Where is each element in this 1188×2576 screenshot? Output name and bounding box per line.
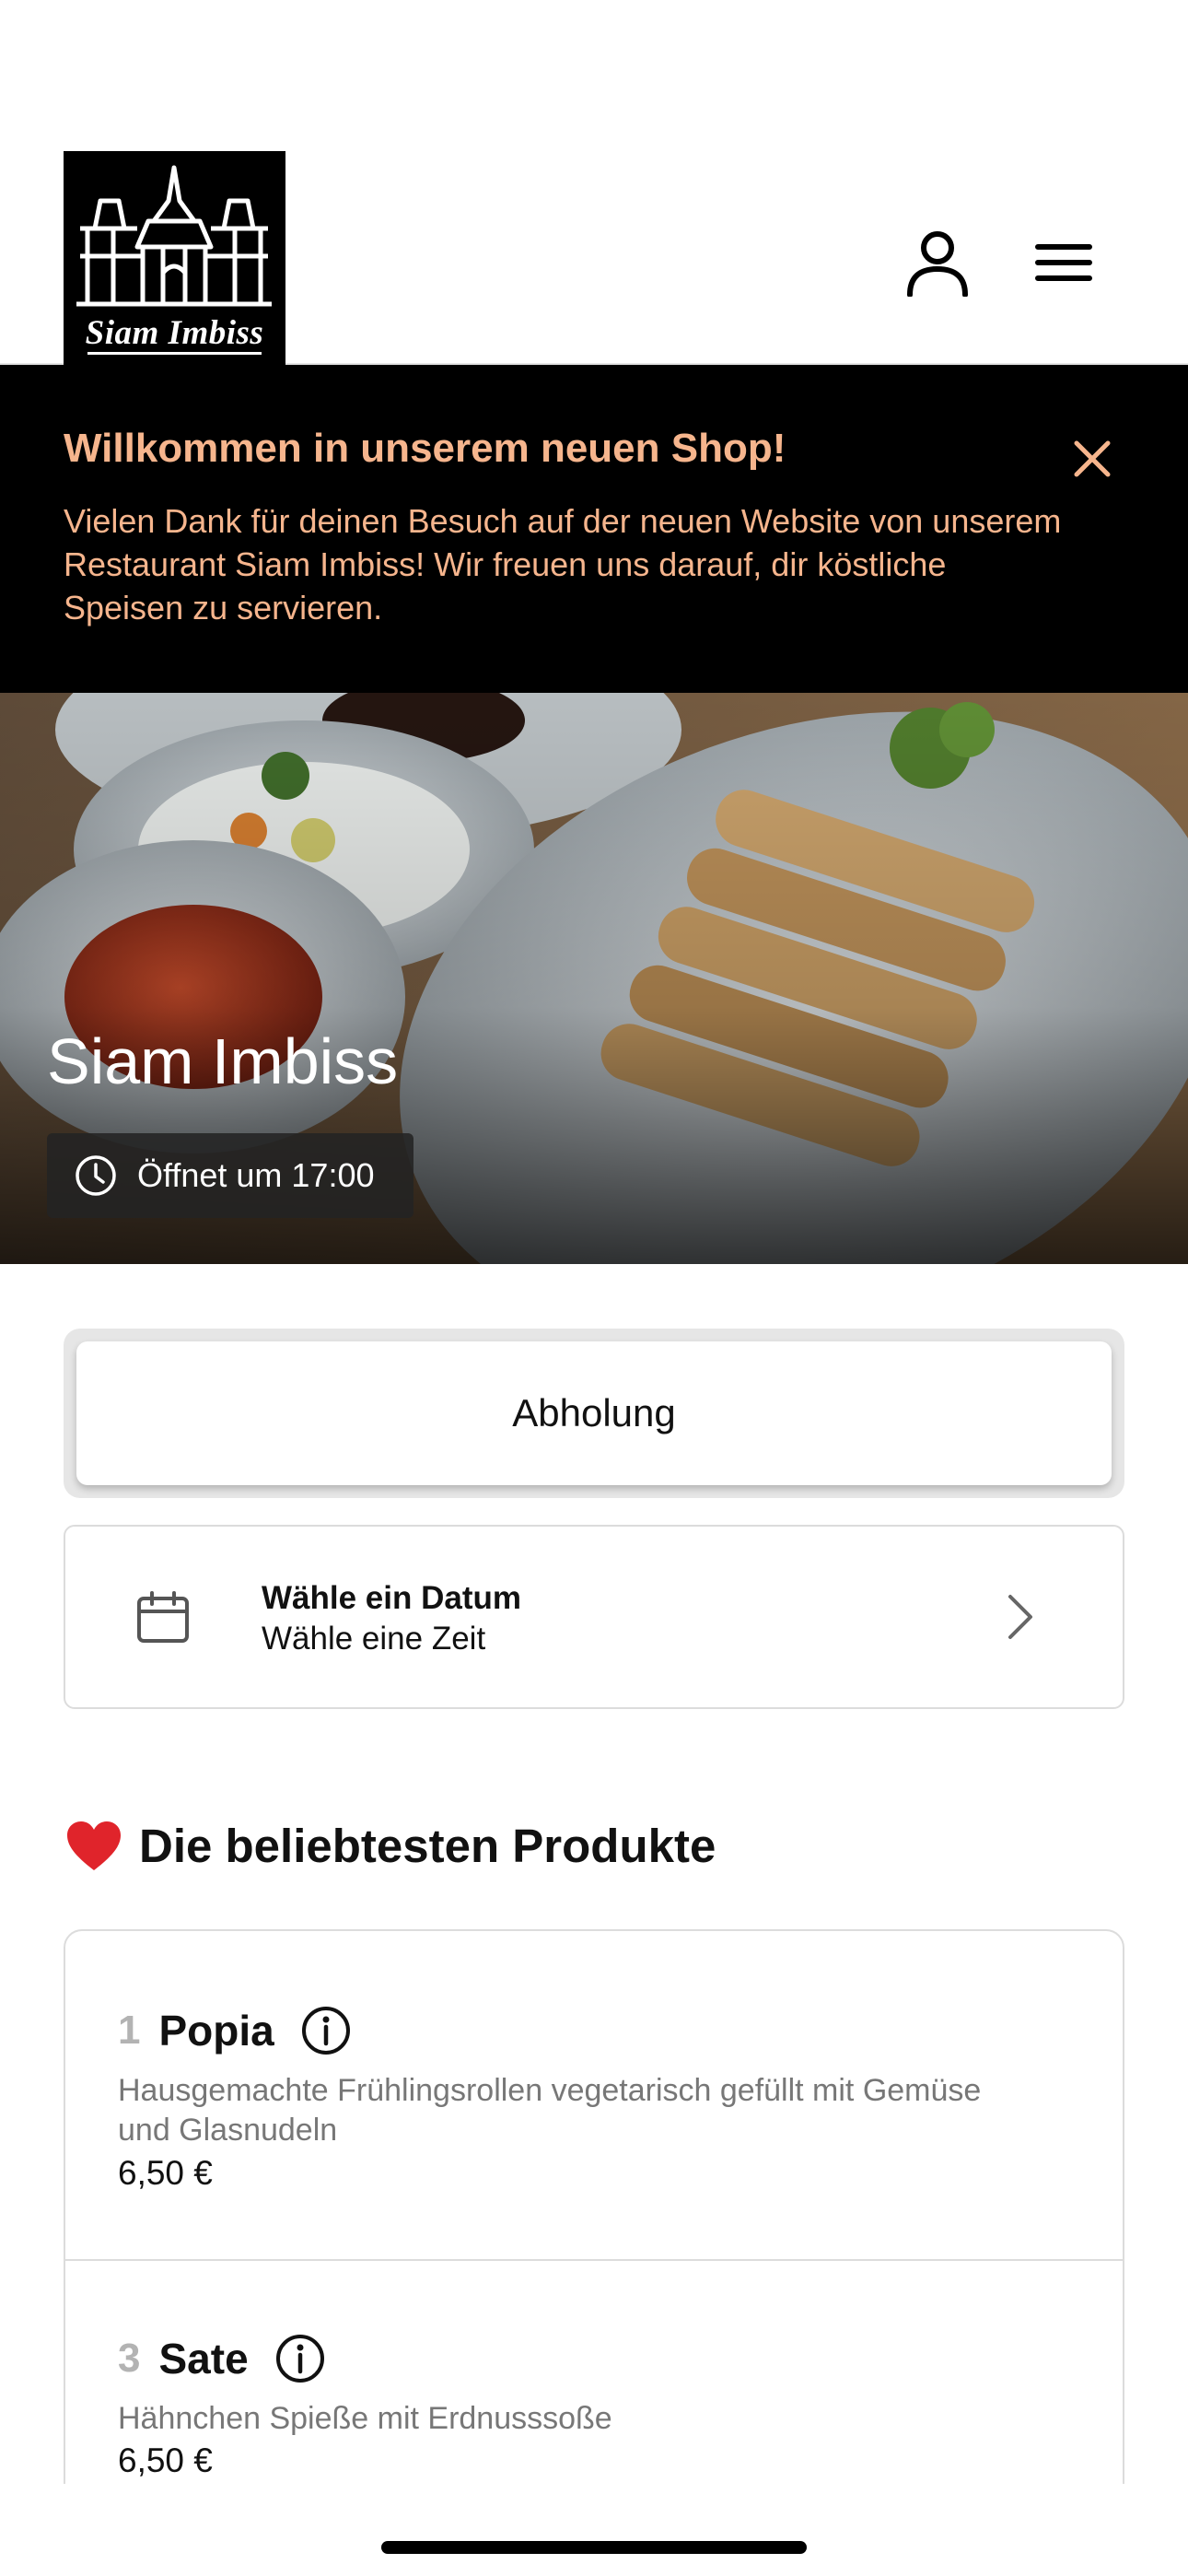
logo-underline bbox=[87, 352, 262, 355]
menu-icon bbox=[1035, 244, 1092, 281]
restaurant-logo[interactable]: Siam Imbiss bbox=[64, 151, 285, 365]
close-icon bbox=[1074, 440, 1111, 477]
account-button[interactable] bbox=[896, 221, 979, 304]
pickup-option[interactable]: Abholung bbox=[76, 1341, 1112, 1485]
opening-hours-text: Öffnet um 17:00 bbox=[137, 1156, 375, 1194]
product-number: 1 bbox=[118, 2008, 141, 2053]
product-header: 1 Popia bbox=[118, 2005, 352, 2056]
banner-title: Willkommen in unserem neuen Shop! bbox=[64, 426, 786, 471]
product-item[interactable]: 1 Popia Hausgemachte Frühlingsrollen veg… bbox=[65, 1931, 1123, 2259]
menu-button[interactable] bbox=[1022, 221, 1105, 304]
product-description: Hausgemachte Frühlingsrollen vegetarisch… bbox=[118, 2073, 982, 2148]
home-indicator[interactable] bbox=[381, 2541, 807, 2554]
heart-icon bbox=[65, 1821, 122, 1872]
header: Siam Imbiss bbox=[0, 0, 1188, 365]
product-price: 6,50 € bbox=[118, 2441, 213, 2479]
date-label: Wähle ein Datum bbox=[262, 1580, 521, 1616]
bottom-safe-area bbox=[0, 2484, 1188, 2576]
chevron-right-icon bbox=[1008, 1595, 1032, 1639]
time-label: Wähle eine Zeit bbox=[262, 1621, 486, 1657]
popular-title-text: Die beliebtesten Produkte bbox=[139, 1820, 716, 1872]
welcome-banner: Willkommen in unserem neuen Shop! Vielen… bbox=[0, 365, 1188, 693]
product-header: 3 Sate bbox=[118, 2333, 326, 2384]
user-icon bbox=[907, 231, 968, 297]
popular-section-title: Die beliebtesten Produkte bbox=[65, 1819, 716, 1873]
opening-hours-badge: Öffnet um 17:00 bbox=[47, 1133, 413, 1218]
popular-products-list: 1 Popia Hausgemachte Frühlingsrollen veg… bbox=[64, 1929, 1124, 2576]
product-name: Popia bbox=[158, 2007, 274, 2055]
clock-icon bbox=[75, 1154, 117, 1197]
product-name: Sate bbox=[158, 2335, 249, 2383]
hero-banner: Siam Imbiss Öffnet um 17:00 bbox=[0, 693, 1188, 1264]
calendar-icon bbox=[137, 1591, 189, 1643]
date-time-picker[interactable]: Wähle ein Datum Wähle eine Zeit bbox=[64, 1525, 1124, 1709]
product-description: Hähnchen Spieße mit Erdnusssoße bbox=[118, 2401, 612, 2436]
banner-close-button[interactable] bbox=[1065, 431, 1120, 486]
logo-text: Siam Imbiss bbox=[85, 314, 264, 352]
product-price: 6,50 € bbox=[118, 2154, 213, 2192]
banner-text: Vielen Dank für deinen Besuch auf der ne… bbox=[64, 502, 1062, 626]
order-mode-selector: Abholung bbox=[64, 1329, 1124, 1498]
hero-title: Siam Imbiss bbox=[47, 1025, 399, 1097]
info-icon[interactable] bbox=[274, 2333, 326, 2384]
temple-logo-icon bbox=[76, 165, 272, 307]
info-icon[interactable] bbox=[300, 2005, 352, 2056]
product-number: 3 bbox=[118, 2336, 141, 2381]
